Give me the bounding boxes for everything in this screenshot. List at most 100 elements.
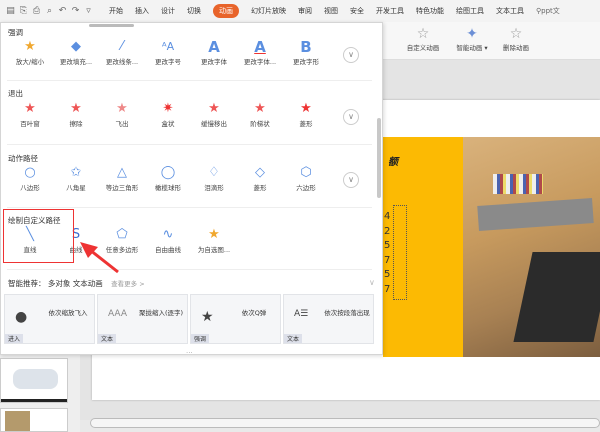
tab-view[interactable]: 视图 xyxy=(324,6,338,16)
effect-change-line[interactable]: ⁄ 更改线条... xyxy=(99,39,145,66)
undo-icon[interactable]: ↶ xyxy=(56,6,69,16)
collapse-chevron-icon[interactable]: ∨ xyxy=(369,278,375,287)
number: 4 xyxy=(384,211,391,222)
tab-review[interactable]: 审阅 xyxy=(298,6,312,16)
smart-recommend-header: 智能推荐： 多对象 文本动画 查看更多 > xyxy=(8,278,145,289)
smart-star-icon: ✦ xyxy=(466,26,478,42)
slide-photo[interactable] xyxy=(463,137,600,357)
effect-label: 缓慢移出 xyxy=(201,120,227,128)
preview-icon[interactable]: ⌕ xyxy=(43,6,56,16)
effect-box[interactable]: ✷ 盒状 xyxy=(145,101,191,128)
effect-blinds[interactable]: ★ 百叶窗 xyxy=(7,101,53,128)
slide-thumbnail[interactable] xyxy=(0,358,68,403)
slide-thumbnails xyxy=(0,355,80,432)
recommend-card[interactable]: A☰ 依次按段落出现 文本 xyxy=(283,294,374,344)
path-teardrop[interactable]: ♢ 泪滴形 xyxy=(191,165,237,192)
zoom-fly-icon: ● xyxy=(15,309,28,325)
path-scribble[interactable]: ∿ 自由曲线 xyxy=(145,227,191,254)
path-octagon[interactable]: ○ 八边形 xyxy=(7,165,53,192)
font-icon: A xyxy=(208,38,220,56)
view-more-link[interactable]: 查看更多 > xyxy=(111,280,145,288)
path-diamond[interactable]: ◇ 菱形 xyxy=(237,165,283,192)
recommend-card[interactable]: ● 依次缩放飞入进入 xyxy=(4,294,95,344)
star-icon: ★ xyxy=(254,101,266,116)
triangle-icon: △ xyxy=(117,165,127,180)
card-tag: 文本 xyxy=(98,334,117,343)
effect-label: 更改字形 xyxy=(293,58,319,66)
custom-animation-button[interactable]: ☆ 自定义动画 xyxy=(398,26,448,52)
tab-start[interactable]: 开始 xyxy=(109,6,123,16)
effect-label: 放大/缩小 xyxy=(15,58,45,66)
divider xyxy=(7,207,372,208)
recommend-label: 智能推荐： xyxy=(8,279,46,288)
motion-path-row: ○ 八边形 ✩ 八角星 △ 等边三角形 ◯ 橄榄球形 ♢ 泪滴形 ◇ 菱形 ⬡ 六边形 xyxy=(7,165,329,192)
expand-emphasis-button[interactable]: ∨ xyxy=(343,47,359,63)
animation-gallery-panel: 强调 ★ 放大/缩小 ◆ 更改填充... ⁄ 更改线条... ᴬA 更改字号 A 更改字体… xyxy=(0,22,383,357)
delete-animation-button[interactable]: ☆ 删除动画 xyxy=(491,26,541,52)
effect-diamond[interactable]: ★ 菱形 xyxy=(283,101,329,128)
tab-design[interactable]: 设计 xyxy=(161,6,175,16)
star-icon: ★ xyxy=(70,101,82,116)
tab-text-tools[interactable]: 文本工具 xyxy=(496,6,524,16)
horizontal-scrollbar[interactable] xyxy=(90,418,600,428)
search-box[interactable]: ⚲ppt文 xyxy=(536,6,560,16)
resize-handle[interactable]: ··· xyxy=(186,349,193,357)
text-gather-icon: AAA xyxy=(108,309,127,319)
effect-change-style[interactable]: B 更改字形 xyxy=(283,39,329,66)
card-title: 依次按段落出现 xyxy=(324,309,370,317)
effect-change-fill[interactable]: ◆ 更改填充... xyxy=(53,39,99,66)
smart-animation-button[interactable]: ✦ 智能动画 ▾ xyxy=(447,26,497,52)
number: 5 xyxy=(384,269,391,280)
customize-icon[interactable]: ▿ xyxy=(82,6,95,16)
emphasis-row: ★ 放大/缩小 ◆ 更改填充... ⁄ 更改线条... ᴬA 更改字号 A 更改字体 A更… xyxy=(7,39,329,66)
selected-textbox[interactable] xyxy=(393,205,407,300)
effect-fly-out[interactable]: ★ 飞出 xyxy=(99,101,145,128)
card-title: 依次缩放飞入 xyxy=(48,309,88,317)
save-icon[interactable]: ▤ xyxy=(4,6,17,16)
panel-scroll-handle[interactable] xyxy=(89,24,134,27)
expand-exit-button[interactable]: ∨ xyxy=(343,109,359,125)
tab-slideshow[interactable]: 幻灯片放映 xyxy=(251,6,286,16)
paste-icon[interactable]: ⎘ xyxy=(17,6,30,16)
path-freeform[interactable]: ⬠ 任意多边形 xyxy=(99,227,145,254)
path-for-shape[interactable]: ★ 为自选图... xyxy=(191,227,237,254)
delete-animation-label: 删除动画 xyxy=(503,44,529,52)
effect-grow-shrink[interactable]: ★ 放大/缩小 xyxy=(7,39,53,66)
effect-change-size[interactable]: ᴬA 更改字号 xyxy=(145,39,191,66)
card-tag: 文本 xyxy=(284,334,303,343)
number: 7 xyxy=(384,254,391,266)
redo-icon[interactable]: ↷ xyxy=(69,6,82,16)
ellipse-icon: ◯ xyxy=(160,165,176,180)
tab-developer[interactable]: 开发工具 xyxy=(376,6,404,16)
path-triangle[interactable]: △ 等边三角形 xyxy=(99,165,145,192)
delete-star-icon: ☆ xyxy=(509,26,523,42)
recommend-card[interactable]: ★ 依次Q弹 强调 xyxy=(190,294,281,344)
recommend-card[interactable]: AAA 聚拢缩入(逐字) 文本 xyxy=(97,294,188,344)
star-icon: ✷ xyxy=(162,101,174,116)
card-tag: 进入 xyxy=(5,334,24,343)
section-emphasis-label: 强调 xyxy=(8,28,23,37)
expand-motion-path-button[interactable]: ∨ xyxy=(343,172,359,188)
tab-insert[interactable]: 插入 xyxy=(135,6,149,16)
effect-label: 六边形 xyxy=(296,184,316,192)
title-bar: ▤ ⎘ ⎙ ⌕ ↶ ↷ ▿ 开始 插入 设计 切换 动画 幻灯片放映 审阅 视图… xyxy=(0,0,600,22)
tab-drawing-tools[interactable]: 绘图工具 xyxy=(456,6,484,16)
tab-transition[interactable]: 切换 xyxy=(187,6,201,16)
effect-label: 更改字体... xyxy=(243,58,277,66)
effect-crawl-out[interactable]: ★ 缓慢移出 xyxy=(191,101,237,128)
effect-change-font-color[interactable]: A 更改字体... xyxy=(237,39,283,66)
panel-scrollbar[interactable] xyxy=(377,118,381,198)
effect-checkerboard[interactable]: ★ 阶梯状 xyxy=(237,101,283,128)
path-football[interactable]: ◯ 橄榄球形 xyxy=(145,165,191,192)
path-hexagon[interactable]: ⬡ 六边形 xyxy=(283,165,329,192)
effect-label: 自由曲线 xyxy=(155,246,181,254)
tab-features[interactable]: 特色功能 xyxy=(416,6,444,16)
print-icon[interactable]: ⎙ xyxy=(30,6,43,16)
tab-security[interactable]: 安全 xyxy=(350,6,364,16)
slide-thumbnail[interactable] xyxy=(0,408,68,432)
effect-change-font[interactable]: A 更改字体 xyxy=(191,39,237,66)
polygon-icon: ⬠ xyxy=(116,227,128,242)
path-8-point-star[interactable]: ✩ 八角星 xyxy=(53,165,99,192)
tab-animation[interactable]: 动画 xyxy=(213,4,239,18)
effect-wipe[interactable]: ★ 擦除 xyxy=(53,101,99,128)
